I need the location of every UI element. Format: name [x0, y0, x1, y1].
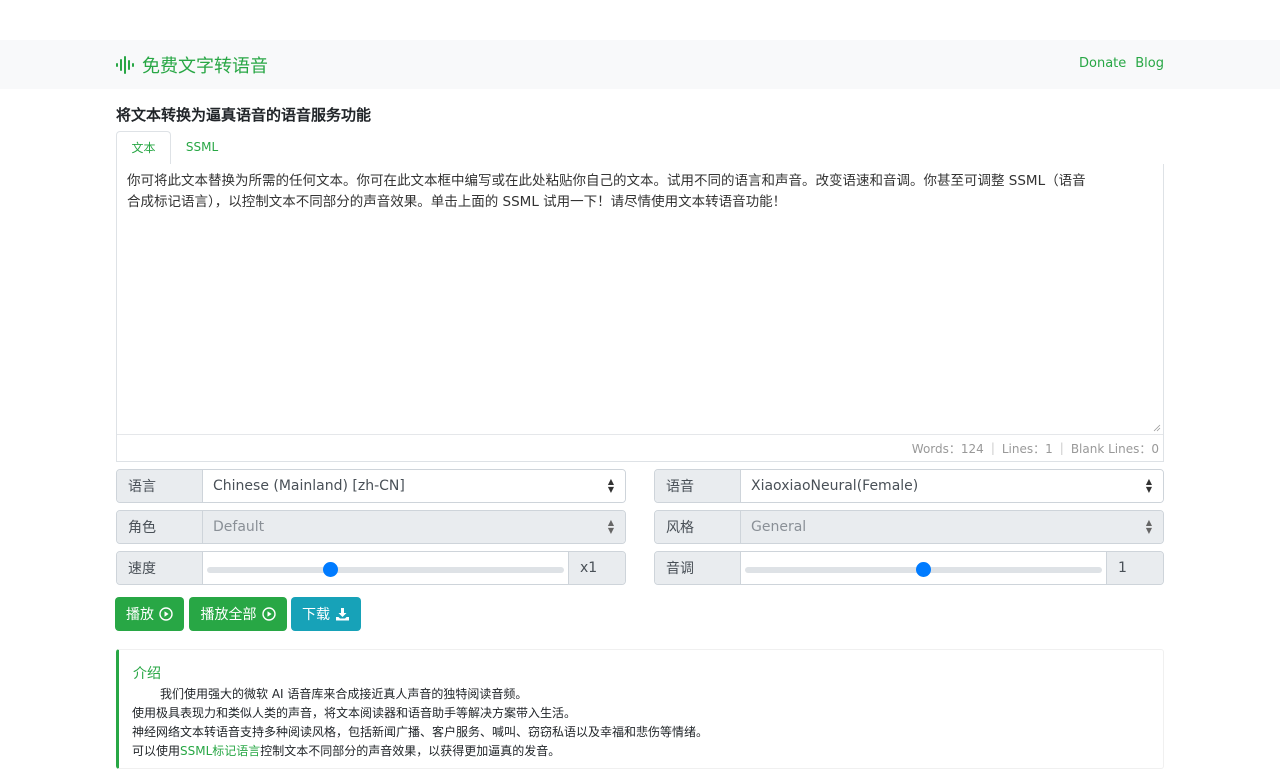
play-circle-icon	[261, 607, 276, 621]
role-select[interactable]: Default ▲ ▼	[203, 511, 625, 543]
editor-statusbar: Words：124 | Lines：1 | Blank Lines：0	[117, 434, 1163, 461]
brand-title: 免费文字转语音	[142, 56, 268, 77]
language-value: Chinese (Mainland) [zh-CN]	[213, 478, 405, 494]
language-field: 语言 Chinese (Mainland) [zh-CN] ▲ ▼	[116, 469, 626, 503]
style-value: General	[751, 519, 807, 535]
intro-line-2: 使用极具表现力和类似人类的声音，将文本阅读器和语音助手等解决方案带入生活。	[132, 706, 577, 720]
voice-field: 语音 XiaoxiaoNeural(Female) ▲ ▼	[654, 469, 1164, 503]
navbar: 免费文字转语音 Donate Blog	[0, 40, 1280, 89]
ssml-link[interactable]: SSML标记语言	[180, 744, 260, 758]
select-arrows-icon: ▲ ▼	[1145, 518, 1152, 535]
role-label: 角色	[117, 511, 203, 543]
pitch-label: 音调	[655, 552, 741, 584]
editor-text[interactable]: 你可将此文本替换为所需的任何文本。你可在此文本框中编写或在此处粘贴你自己的文本。…	[127, 171, 1151, 213]
select-arrows-icon: ▲ ▼	[607, 518, 614, 535]
play-label: 播放	[126, 607, 154, 623]
style-select[interactable]: General ▲ ▼	[741, 511, 1163, 543]
intro-line-1: 我们使用强大的微软 AI 语音库来合成接近真人声音的独特阅读音频。	[160, 687, 528, 701]
speed-value: x1	[568, 552, 625, 584]
style-label: 风格	[655, 511, 741, 543]
divider: |	[990, 441, 995, 455]
voice-select[interactable]: XiaoxiaoNeural(Female) ▲ ▼	[741, 470, 1163, 502]
language-label: 语言	[117, 470, 203, 502]
speed-label: 速度	[117, 552, 203, 584]
voice-label: 语音	[655, 470, 741, 502]
resize-handle-icon[interactable]	[1153, 424, 1161, 432]
slider-thumb[interactable]	[323, 562, 339, 577]
speed-slider[interactable]	[203, 552, 568, 584]
brand[interactable]: 免费文字转语音	[116, 52, 268, 78]
download-button[interactable]: 下载	[291, 597, 361, 631]
speed-field: 速度 x1	[116, 551, 626, 585]
slider-thumb[interactable]	[916, 562, 931, 577]
intro-line-4-end: 控制文本不同部分的声音效果，以获得更加逼真的发音。	[260, 744, 561, 758]
editor-line-2: 合成标记语言），以控制文本不同部分的声音效果。单击上面的 SSML 试用一下！请…	[127, 194, 787, 210]
download-label: 下载	[302, 607, 330, 623]
play-all-button[interactable]: 播放全部	[189, 597, 287, 631]
intro-line-4: 可以使用SSML标记语言控制文本不同部分的声音效果，以获得更加逼真的发音。	[132, 742, 708, 761]
tab-text[interactable]: 文本	[116, 131, 171, 165]
donate-link[interactable]: Donate	[1079, 56, 1126, 71]
slider-track	[207, 567, 564, 573]
language-select[interactable]: Chinese (Mainland) [zh-CN] ▲ ▼	[203, 470, 625, 502]
play-circle-icon	[159, 607, 173, 621]
divider: |	[1059, 441, 1064, 455]
role-value: Default	[213, 519, 265, 535]
editor-tabs: 文本 SSML	[116, 131, 1164, 165]
pitch-slider[interactable]	[741, 552, 1106, 584]
intro-panel: 介绍 我们使用强大的微软 AI 语音库来合成接近真人声音的独特阅读音频。 使用极…	[116, 649, 1164, 769]
play-button[interactable]: 播放	[115, 597, 184, 631]
tab-ssml[interactable]: SSML	[174, 131, 230, 165]
pitch-value: 1	[1106, 552, 1163, 584]
blog-link[interactable]: Blog	[1135, 56, 1164, 71]
intro-text: 我们使用强大的微软 AI 语音库来合成接近真人声音的独特阅读音频。 使用极具表现…	[132, 685, 708, 761]
role-field: 角色 Default ▲ ▼	[116, 510, 626, 544]
text-editor[interactable]: 你可将此文本替换为所需的任何文本。你可在此文本框中编写或在此处粘贴你自己的文本。…	[116, 164, 1164, 462]
select-arrows-icon: ▲ ▼	[607, 477, 614, 494]
line-count: Lines：1	[1001, 441, 1053, 456]
voice-value: XiaoxiaoNeural(Female)	[751, 478, 919, 494]
page-title: 将文本转换为逼真语音的语音服务功能	[116, 106, 372, 124]
play-all-label: 播放全部	[200, 607, 257, 623]
select-arrows-icon: ▲ ▼	[1145, 477, 1152, 494]
download-icon	[336, 608, 349, 621]
blank-line-count: Blank Lines：0	[1070, 441, 1159, 456]
intro-title: 介绍	[133, 666, 161, 682]
editor-line-1: 你可将此文本替换为所需的任何文本。你可在此文本框中编写或在此处粘贴你自己的文本。…	[127, 173, 1086, 189]
intro-line-4-start: 可以使用	[132, 744, 181, 758]
pitch-field: 音调 1	[654, 551, 1164, 585]
style-field: 风格 General ▲ ▼	[654, 510, 1164, 544]
sound-wave-icon	[116, 55, 134, 75]
nav-links: Donate Blog	[1079, 56, 1164, 71]
word-count: Words：124	[911, 441, 984, 456]
intro-line-3: 神经网络文本转语音支持多种阅读风格，包括新闻广播、客户服务、喊叫、窃窃私语以及幸…	[132, 725, 709, 739]
